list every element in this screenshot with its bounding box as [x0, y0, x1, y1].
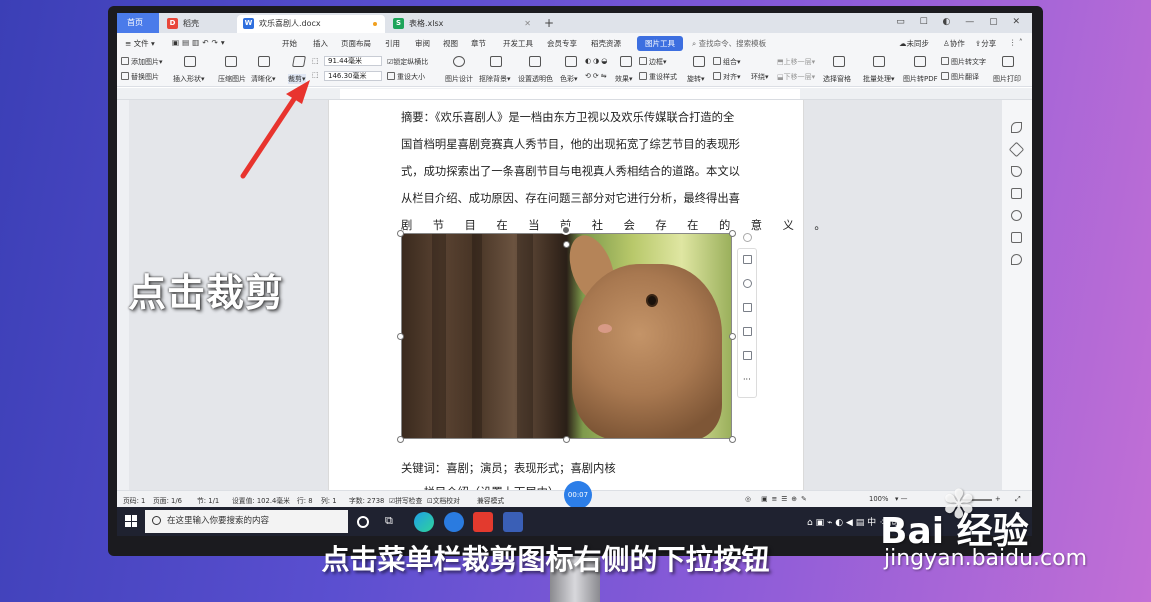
arrow-shaft [240, 93, 299, 179]
subtitle-caption: 点击菜单栏裁剪图标右侧的下拉按钮 [321, 543, 770, 576]
left-caption: 点击裁剪 [128, 271, 285, 315]
arrow-head [286, 80, 310, 104]
